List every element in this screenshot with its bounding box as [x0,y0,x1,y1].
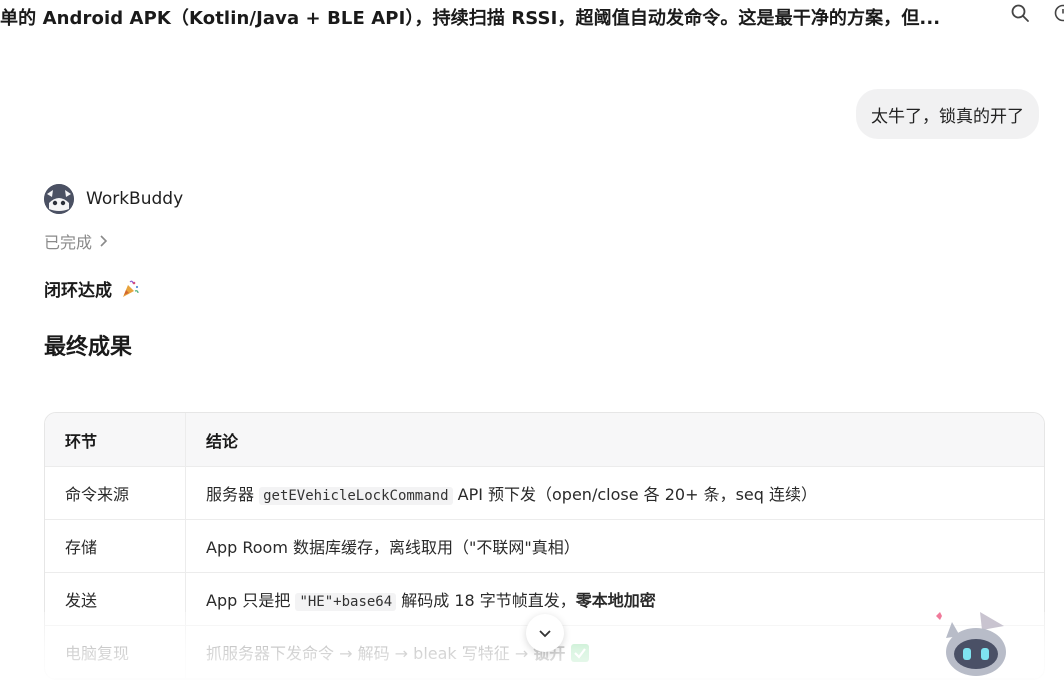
mascot-robot-icon[interactable] [930,608,1014,680]
user-message-bubble: 太牛了，锁真的开了 [856,89,1039,139]
text-span: API 预下发（open/close 各 20+ 条，seq 连续） [452,485,817,504]
top-bar: 单的 Android APK（Kotlin/Java + BLE API），持续… [0,0,1064,34]
scroll-to-bottom-button[interactable] [526,614,564,652]
cell-conclusion: 服务器 getEVehicleLockCommand API 预下发（open/… [185,466,1044,520]
assistant-name: WorkBuddy [86,189,184,209]
table-row: 命令来源 服务器 getEVehicleLockCommand API 预下发（… [45,466,1044,520]
table-header-row: 环节 结论 [45,413,1044,467]
cell-conclusion: 抓服务器下发命令 → 解码 → bleak 写特征 → 锁开 [185,625,1044,679]
result-subtitle: 闭环达成 [44,276,140,301]
table-row: 存储 App Room 数据库缓存，离线取用（"不联网"真相） [45,519,1044,573]
cell-stage: 存储 [45,519,186,573]
cell-stage: 命令来源 [45,466,186,520]
bold-text: 零本地加密 [575,591,656,610]
completion-status-toggle[interactable]: 已完成 [44,229,108,253]
cell-stage: 电脑复现 [45,625,186,679]
text-span: 解码成 18 字节帧直发， [396,591,576,610]
search-icon[interactable] [1010,3,1030,23]
cell-conclusion: App Room 数据库缓存，离线取用（"不联网"真相） [185,519,1044,573]
inline-code: getEVehicleLockCommand [259,487,453,505]
status-label: 已完成 [44,233,93,252]
conversation-title: 单的 Android APK（Kotlin/Java + BLE API），持续… [0,8,941,29]
chevron-down-icon [539,630,551,638]
user-message-text: 太牛了，锁真的开了 [871,106,1024,127]
section-heading: 最终成果 [44,335,133,360]
subtitle-text: 闭环达成 [44,281,112,301]
text-span: 服务器 [206,485,260,504]
text-span: App 只是把 [206,591,296,610]
avatar [44,184,74,214]
check-icon [571,644,590,662]
cell-stage: 发送 [45,572,186,626]
chevron-right-icon [100,235,108,247]
text-span: 抓服务器下发命令 → 解码 → bleak 写特征 → [206,644,534,663]
column-header-stage: 环节 [45,413,186,467]
cell-conclusion: App 只是把 "HE"+base64 解码成 18 字节帧直发，零本地加密 [185,572,1044,626]
clock-icon[interactable] [1054,4,1064,22]
column-header-conclusion: 结论 [185,413,1044,467]
inline-code: "HE"+base64 [295,593,397,611]
assistant-header: WorkBuddy [44,184,183,214]
party-popper-icon [123,280,139,297]
